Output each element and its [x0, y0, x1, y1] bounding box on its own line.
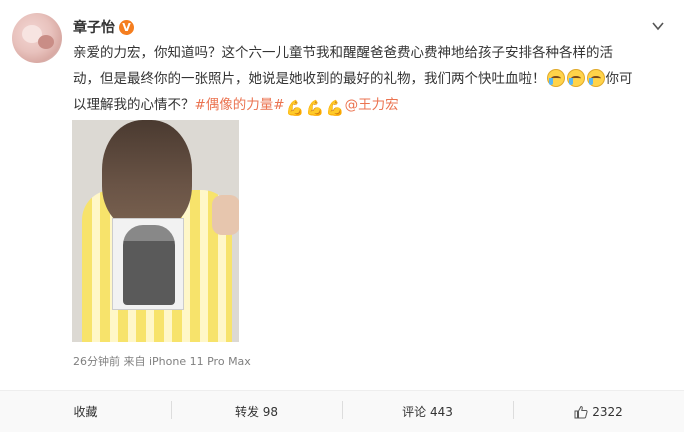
- topic-link[interactable]: #偶像的力量#: [195, 97, 285, 113]
- flexed-biceps-icon: 💪: [305, 99, 325, 117]
- crying-laughing-icon: [546, 69, 565, 87]
- post-text-line2-end: 你可: [605, 71, 633, 87]
- action-bar: 收藏 转发 98 评论 443 2322: [0, 390, 684, 432]
- flexed-biceps-icon: 💪: [285, 99, 305, 117]
- like-button[interactable]: 2322: [513, 391, 684, 432]
- photo-poster: [112, 218, 184, 310]
- mention-link[interactable]: @王力宏: [345, 97, 399, 113]
- avatar[interactable]: [12, 13, 62, 63]
- repost-button[interactable]: 转发 98: [171, 391, 342, 432]
- flexed-biceps-icon: 💪: [325, 99, 345, 117]
- poster-figure: [123, 225, 175, 305]
- crying-laughing-icon: [586, 69, 605, 87]
- repost-label: 转发 98: [234, 405, 279, 419]
- post-source: 来自 iPhone 11 Pro Max: [123, 355, 251, 368]
- comment-button[interactable]: 评论 443: [342, 391, 513, 432]
- thumbs-up-icon: [574, 405, 588, 418]
- post-text-line1: 亲爱的力宏，你知道吗？这个六一儿童节我和醒醒爸爸费心费神地给孩子安排各种各样的活: [73, 45, 613, 61]
- post-time[interactable]: 26分钟前: [73, 355, 120, 368]
- like-count: 2322: [592, 404, 623, 419]
- post-text-line3: 以理解我的心情不？: [73, 97, 195, 113]
- avatar-detail: [38, 35, 54, 49]
- post-image[interactable]: [72, 120, 239, 342]
- verified-badge-icon: V: [119, 19, 134, 35]
- chevron-down-icon[interactable]: [651, 19, 665, 33]
- favorite-button[interactable]: 收藏: [0, 391, 171, 432]
- crying-laughing-icon: [566, 69, 585, 87]
- photo-hair: [102, 120, 192, 230]
- post-text-line2: 动，但是最终你的一张照片，她说是她收到的最好的礼物，我们两个快吐血啦！: [73, 71, 546, 87]
- author-name[interactable]: 章子怡: [73, 17, 115, 37]
- post-author[interactable]: 章子怡 V: [73, 17, 134, 37]
- comment-label: 评论 443: [402, 405, 453, 419]
- post-text: 亲爱的力宏，你知道吗？这个六一儿童节我和醒醒爸爸费心费神地给孩子安排各种各样的活…: [73, 40, 663, 118]
- photo-shoulder: [212, 195, 239, 235]
- post-meta: 26分钟前 来自 iPhone 11 Pro Max: [73, 353, 251, 369]
- favorite-label: 收藏: [73, 405, 98, 419]
